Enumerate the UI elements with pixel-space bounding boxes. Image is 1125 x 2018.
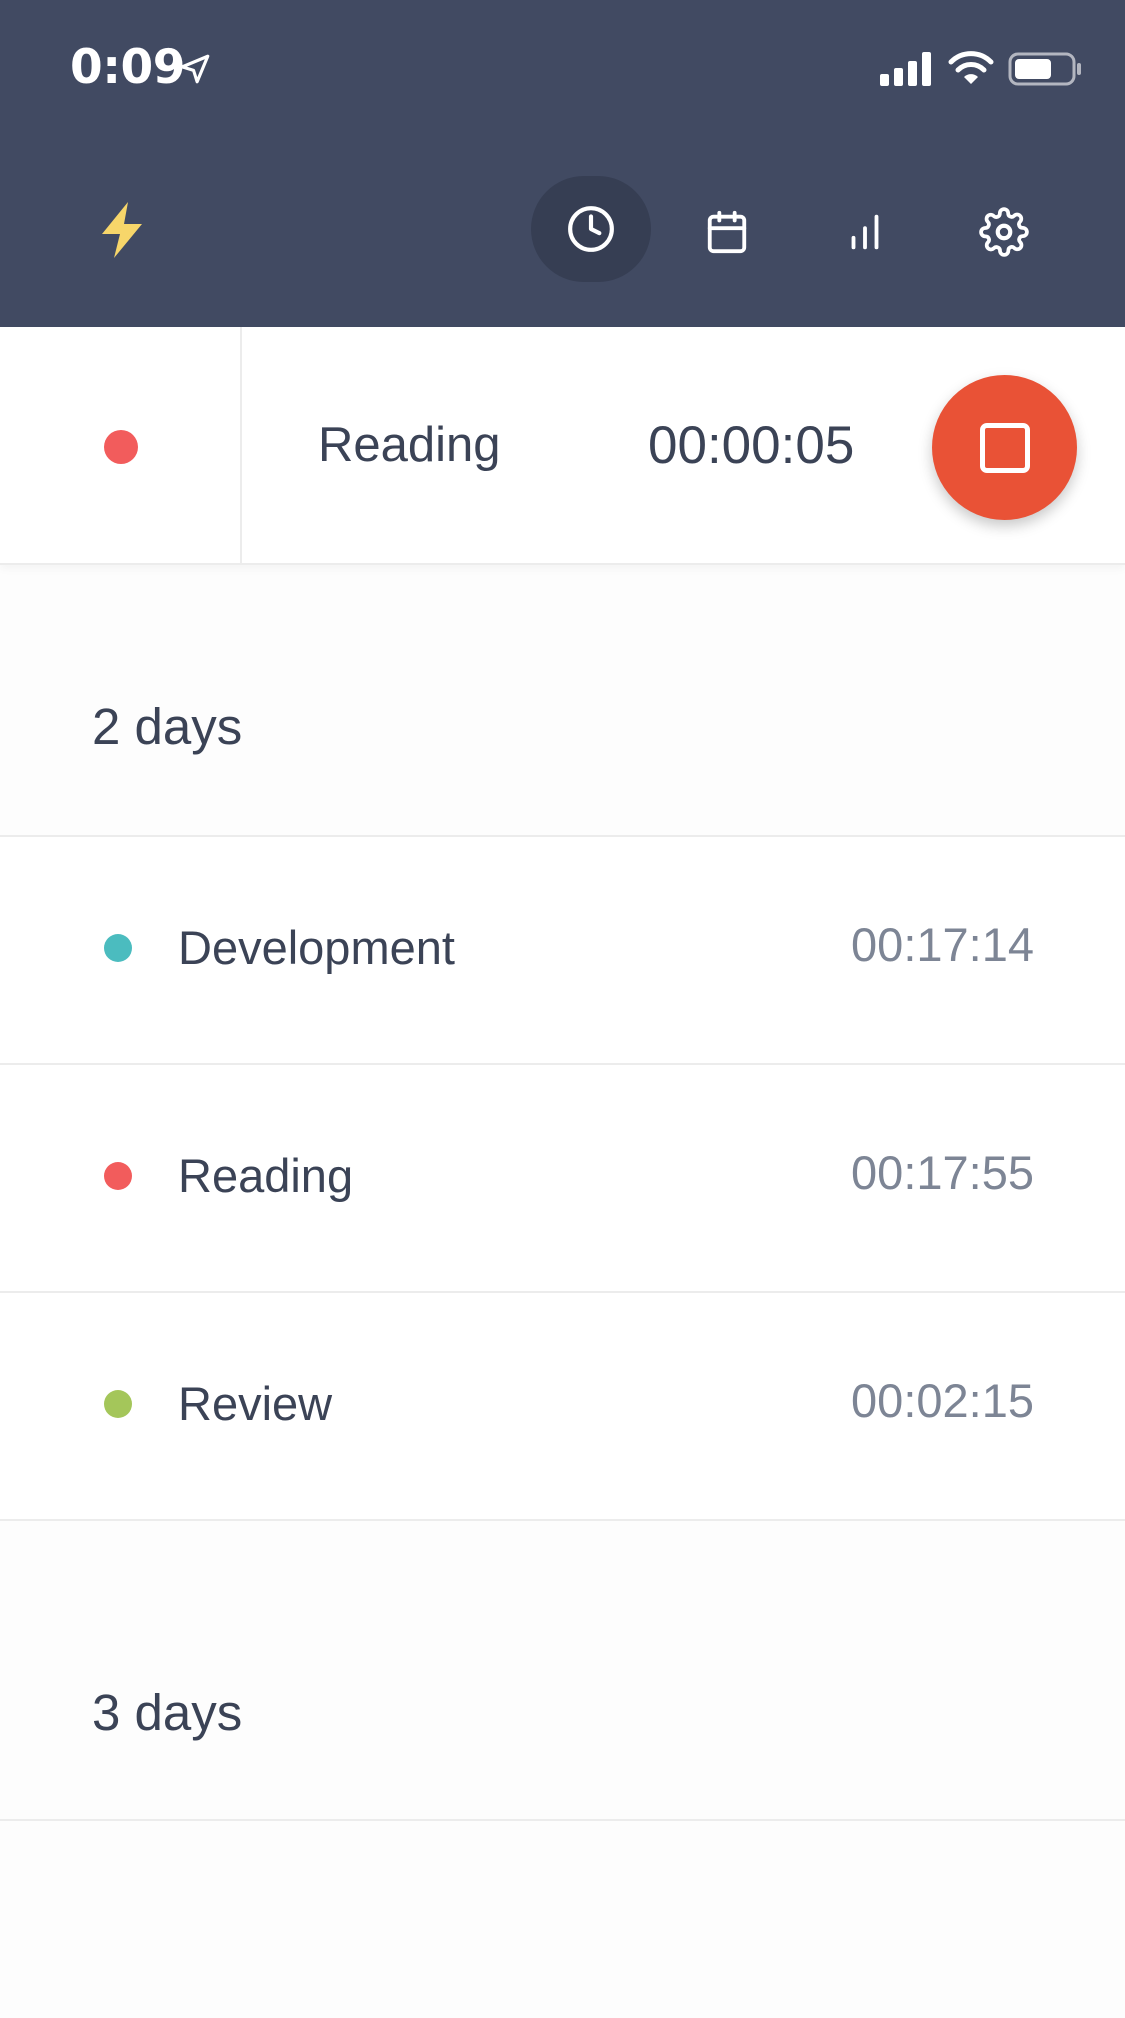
gear-icon [979,207,1029,257]
entry-row-reading[interactable]: Reading 00:17:55 [0,1065,1125,1293]
group-label: 2 days [92,698,243,755]
group-header: 2 days [0,565,1125,837]
entry-project-name: Reading [178,1149,354,1202]
entry-row-review[interactable]: Review 00:02:15 [0,1293,1125,1521]
nav-stats-button[interactable] [833,200,897,264]
entry-duration: 00:17:14 [851,918,1034,971]
timer-project-name[interactable]: Reading [318,417,501,473]
running-timer-bar: Reading 00:00:05 [0,327,1125,565]
entry-project-name: Development [178,921,455,974]
app-header: 0:09 [0,0,1125,327]
entry-color-dot [104,1162,132,1190]
group-label: 3 days [92,1684,243,1741]
timer-divider [240,327,242,565]
clock-icon [568,206,614,252]
nav-calendar-button[interactable] [695,200,759,264]
entry-duration: 00:17:55 [851,1146,1034,1199]
timer-project-color-dot[interactable] [104,430,138,464]
nav-settings-button[interactable] [972,200,1036,264]
nav-timer-button[interactable] [531,176,651,282]
wifi-icon [948,51,994,84]
stop-timer-button[interactable] [932,375,1077,520]
entry-project-name: Review [178,1377,333,1430]
entry-duration: 00:02:15 [851,1374,1034,1427]
calendar-icon [707,210,747,254]
entry-row-development[interactable]: Development 00:17:14 [0,837,1125,1065]
timer-elapsed-time: 00:00:05 [648,416,855,475]
group-header: 3 days [0,1521,1125,1821]
status-time: 0:09 [70,40,185,95]
status-bar: 0:09 [0,0,1125,140]
location-arrow-icon [180,54,210,84]
entry-color-dot [104,934,132,962]
stop-icon [979,422,1030,473]
battery-icon [1008,52,1081,86]
cellular-signal-icon [880,52,931,86]
lightning-bolt-icon [92,200,152,260]
entry-color-dot [104,1390,132,1418]
bar-chart-icon [851,214,879,250]
